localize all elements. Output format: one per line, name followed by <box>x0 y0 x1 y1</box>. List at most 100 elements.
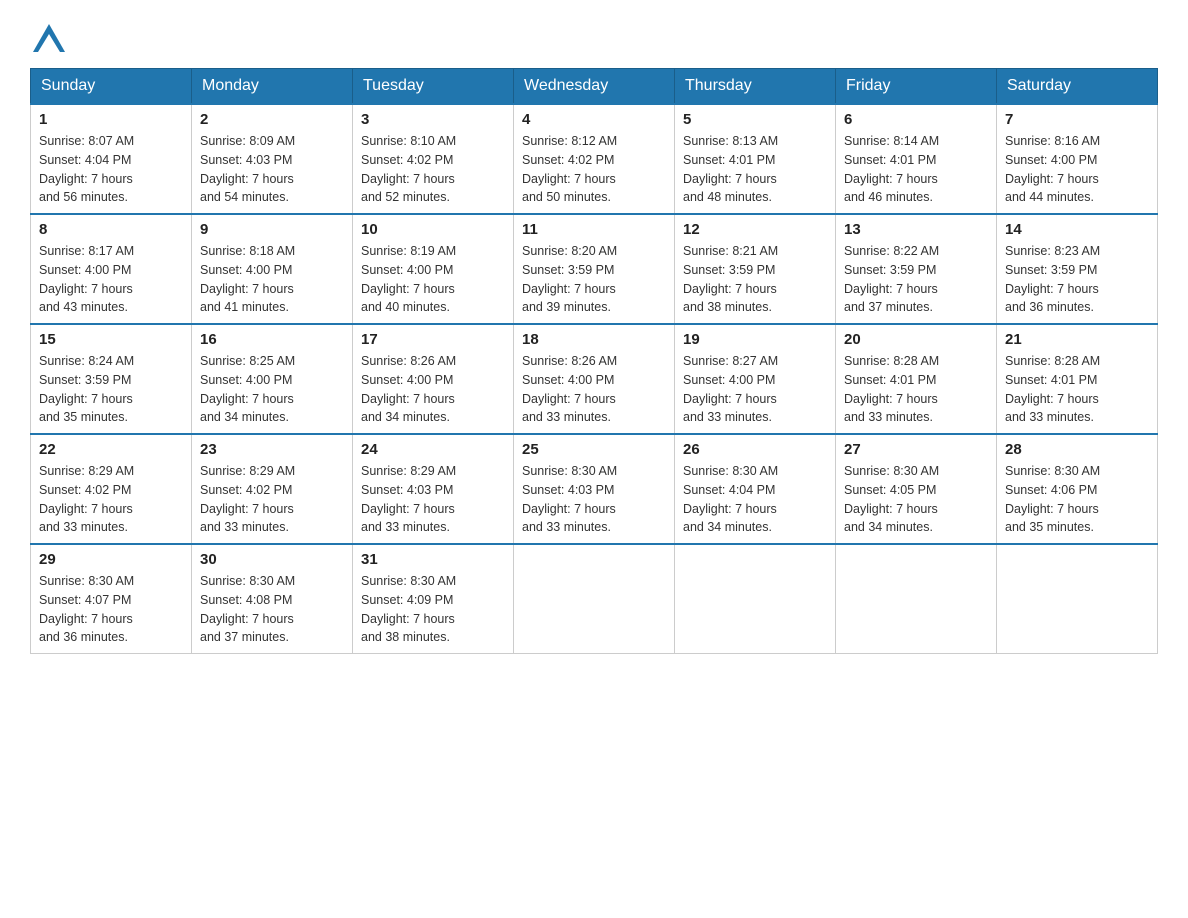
day-number: 9 <box>200 221 344 238</box>
day-info: Sunrise: 8:30 AMSunset: 4:03 PMDaylight:… <box>522 462 666 537</box>
day-cell-6: 6 Sunrise: 8:14 AMSunset: 4:01 PMDaylight… <box>836 104 997 214</box>
day-number: 22 <box>39 441 183 458</box>
day-number: 2 <box>200 111 344 128</box>
day-number: 13 <box>844 221 988 238</box>
day-number: 28 <box>1005 441 1149 458</box>
day-number: 8 <box>39 221 183 238</box>
day-number: 3 <box>361 111 505 128</box>
day-number: 1 <box>39 111 183 128</box>
day-number: 27 <box>844 441 988 458</box>
day-cell-13: 13 Sunrise: 8:22 AMSunset: 3:59 PMDayligh… <box>836 214 997 324</box>
day-info: Sunrise: 8:10 AMSunset: 4:02 PMDaylight:… <box>361 132 505 207</box>
day-cell-4: 4 Sunrise: 8:12 AMSunset: 4:02 PMDaylight… <box>514 104 675 214</box>
day-cell-27: 27 Sunrise: 8:30 AMSunset: 4:05 PMDayligh… <box>836 434 997 544</box>
col-header-monday: Monday <box>192 69 353 105</box>
day-number: 10 <box>361 221 505 238</box>
week-row-3: 15Sunrise: 8:24 AMSunset: 3:59 PMDayligh… <box>31 324 1158 434</box>
day-cell-21: 21 Sunrise: 8:28 AMSunset: 4:01 PMDayligh… <box>997 324 1158 434</box>
day-info: Sunrise: 8:07 AMSunset: 4:04 PMDaylight:… <box>39 132 183 207</box>
day-info: Sunrise: 8:27 AMSunset: 4:00 PMDaylight:… <box>683 352 827 427</box>
logo-icon <box>30 20 68 58</box>
day-cell-8: 8 Sunrise: 8:17 AMSunset: 4:00 PMDaylight… <box>31 214 192 324</box>
day-number: 19 <box>683 331 827 348</box>
day-number: 16 <box>200 331 344 348</box>
day-number: 30 <box>200 551 344 568</box>
day-cell-17: 17 Sunrise: 8:26 AMSunset: 4:00 PMDayligh… <box>353 324 514 434</box>
day-number: 17 <box>361 331 505 348</box>
day-number: 31 <box>361 551 505 568</box>
col-header-sunday: Sunday <box>31 69 192 105</box>
page-header <box>30 20 1158 58</box>
day-cell-9: 9 Sunrise: 8:18 AMSunset: 4:00 PMDaylight… <box>192 214 353 324</box>
day-number: 24 <box>361 441 505 458</box>
day-cell-19: 19 Sunrise: 8:27 AMSunset: 4:00 PMDayligh… <box>675 324 836 434</box>
day-number: 15 <box>39 331 183 348</box>
day-cell-16: 16 Sunrise: 8:25 AMSunset: 4:00 PMDayligh… <box>192 324 353 434</box>
empty-cell <box>997 544 1158 654</box>
day-info: Sunrise: 8:12 AMSunset: 4:02 PMDaylight:… <box>522 132 666 207</box>
day-cell-24: 24 Sunrise: 8:29 AMSunset: 4:03 PMDayligh… <box>353 434 514 544</box>
day-number: 11 <box>522 221 666 238</box>
day-info: Sunrise: 8:21 AMSunset: 3:59 PMDaylight:… <box>683 242 827 317</box>
col-header-saturday: Saturday <box>997 69 1158 105</box>
day-info: Sunrise: 8:28 AMSunset: 4:01 PMDaylight:… <box>1005 352 1149 427</box>
day-info: Sunrise: 8:14 AMSunset: 4:01 PMDaylight:… <box>844 132 988 207</box>
week-row-2: 8 Sunrise: 8:17 AMSunset: 4:00 PMDaylight… <box>31 214 1158 324</box>
day-info: Sunrise: 8:30 AMSunset: 4:05 PMDaylight:… <box>844 462 988 537</box>
day-cell-12: 12 Sunrise: 8:21 AMSunset: 3:59 PMDayligh… <box>675 214 836 324</box>
day-cell-10: 10Sunrise: 8:19 AMSunset: 4:00 PMDayligh… <box>353 214 514 324</box>
day-cell-22: 22 Sunrise: 8:29 AMSunset: 4:02 PMDayligh… <box>31 434 192 544</box>
day-info: Sunrise: 8:29 AMSunset: 4:02 PMDaylight:… <box>200 462 344 537</box>
day-number: 29 <box>39 551 183 568</box>
empty-cell <box>514 544 675 654</box>
day-cell-29: 29 Sunrise: 8:30 AMSunset: 4:07 PMDayligh… <box>31 544 192 654</box>
empty-cell <box>836 544 997 654</box>
day-info: Sunrise: 8:28 AMSunset: 4:01 PMDaylight:… <box>844 352 988 427</box>
day-info: Sunrise: 8:17 AMSunset: 4:00 PMDaylight:… <box>39 242 183 317</box>
week-row-4: 22 Sunrise: 8:29 AMSunset: 4:02 PMDayligh… <box>31 434 1158 544</box>
day-cell-15: 15Sunrise: 8:24 AMSunset: 3:59 PMDayligh… <box>31 324 192 434</box>
day-info: Sunrise: 8:30 AMSunset: 4:06 PMDaylight:… <box>1005 462 1149 537</box>
day-info: Sunrise: 8:26 AMSunset: 4:00 PMDaylight:… <box>522 352 666 427</box>
day-cell-5: 5 Sunrise: 8:13 AMSunset: 4:01 PMDaylight… <box>675 104 836 214</box>
col-header-wednesday: Wednesday <box>514 69 675 105</box>
calendar-header-row: SundayMondayTuesdayWednesdayThursdayFrid… <box>31 69 1158 105</box>
day-info: Sunrise: 8:30 AMSunset: 4:08 PMDaylight:… <box>200 572 344 647</box>
day-info: Sunrise: 8:23 AMSunset: 3:59 PMDaylight:… <box>1005 242 1149 317</box>
day-info: Sunrise: 8:29 AMSunset: 4:03 PMDaylight:… <box>361 462 505 537</box>
col-header-tuesday: Tuesday <box>353 69 514 105</box>
day-info: Sunrise: 8:13 AMSunset: 4:01 PMDaylight:… <box>683 132 827 207</box>
day-info: Sunrise: 8:25 AMSunset: 4:00 PMDaylight:… <box>200 352 344 427</box>
day-cell-3: 3 Sunrise: 8:10 AMSunset: 4:02 PMDaylight… <box>353 104 514 214</box>
day-number: 6 <box>844 111 988 128</box>
day-number: 5 <box>683 111 827 128</box>
day-info: Sunrise: 8:30 AMSunset: 4:04 PMDaylight:… <box>683 462 827 537</box>
day-number: 4 <box>522 111 666 128</box>
day-cell-11: 11 Sunrise: 8:20 AMSunset: 3:59 PMDayligh… <box>514 214 675 324</box>
day-cell-28: 28 Sunrise: 8:30 AMSunset: 4:06 PMDayligh… <box>997 434 1158 544</box>
day-cell-26: 26 Sunrise: 8:30 AMSunset: 4:04 PMDayligh… <box>675 434 836 544</box>
day-number: 7 <box>1005 111 1149 128</box>
day-cell-18: 18 Sunrise: 8:26 AMSunset: 4:00 PMDayligh… <box>514 324 675 434</box>
day-number: 18 <box>522 331 666 348</box>
day-cell-31: 31Sunrise: 8:30 AMSunset: 4:09 PMDayligh… <box>353 544 514 654</box>
day-info: Sunrise: 8:18 AMSunset: 4:00 PMDaylight:… <box>200 242 344 317</box>
day-cell-20: 20 Sunrise: 8:28 AMSunset: 4:01 PMDayligh… <box>836 324 997 434</box>
day-info: Sunrise: 8:29 AMSunset: 4:02 PMDaylight:… <box>39 462 183 537</box>
day-info: Sunrise: 8:20 AMSunset: 3:59 PMDaylight:… <box>522 242 666 317</box>
week-row-1: 1 Sunrise: 8:07 AMSunset: 4:04 PMDaylight… <box>31 104 1158 214</box>
day-info: Sunrise: 8:26 AMSunset: 4:00 PMDaylight:… <box>361 352 505 427</box>
day-info: Sunrise: 8:16 AMSunset: 4:00 PMDaylight:… <box>1005 132 1149 207</box>
week-row-5: 29 Sunrise: 8:30 AMSunset: 4:07 PMDayligh… <box>31 544 1158 654</box>
day-number: 26 <box>683 441 827 458</box>
day-info: Sunrise: 8:30 AMSunset: 4:07 PMDaylight:… <box>39 572 183 647</box>
day-number: 25 <box>522 441 666 458</box>
day-number: 20 <box>844 331 988 348</box>
day-number: 12 <box>683 221 827 238</box>
day-cell-30: 30 Sunrise: 8:30 AMSunset: 4:08 PMDayligh… <box>192 544 353 654</box>
logo <box>30 20 72 58</box>
day-number: 14 <box>1005 221 1149 238</box>
day-number: 21 <box>1005 331 1149 348</box>
day-info: Sunrise: 8:22 AMSunset: 3:59 PMDaylight:… <box>844 242 988 317</box>
col-header-thursday: Thursday <box>675 69 836 105</box>
